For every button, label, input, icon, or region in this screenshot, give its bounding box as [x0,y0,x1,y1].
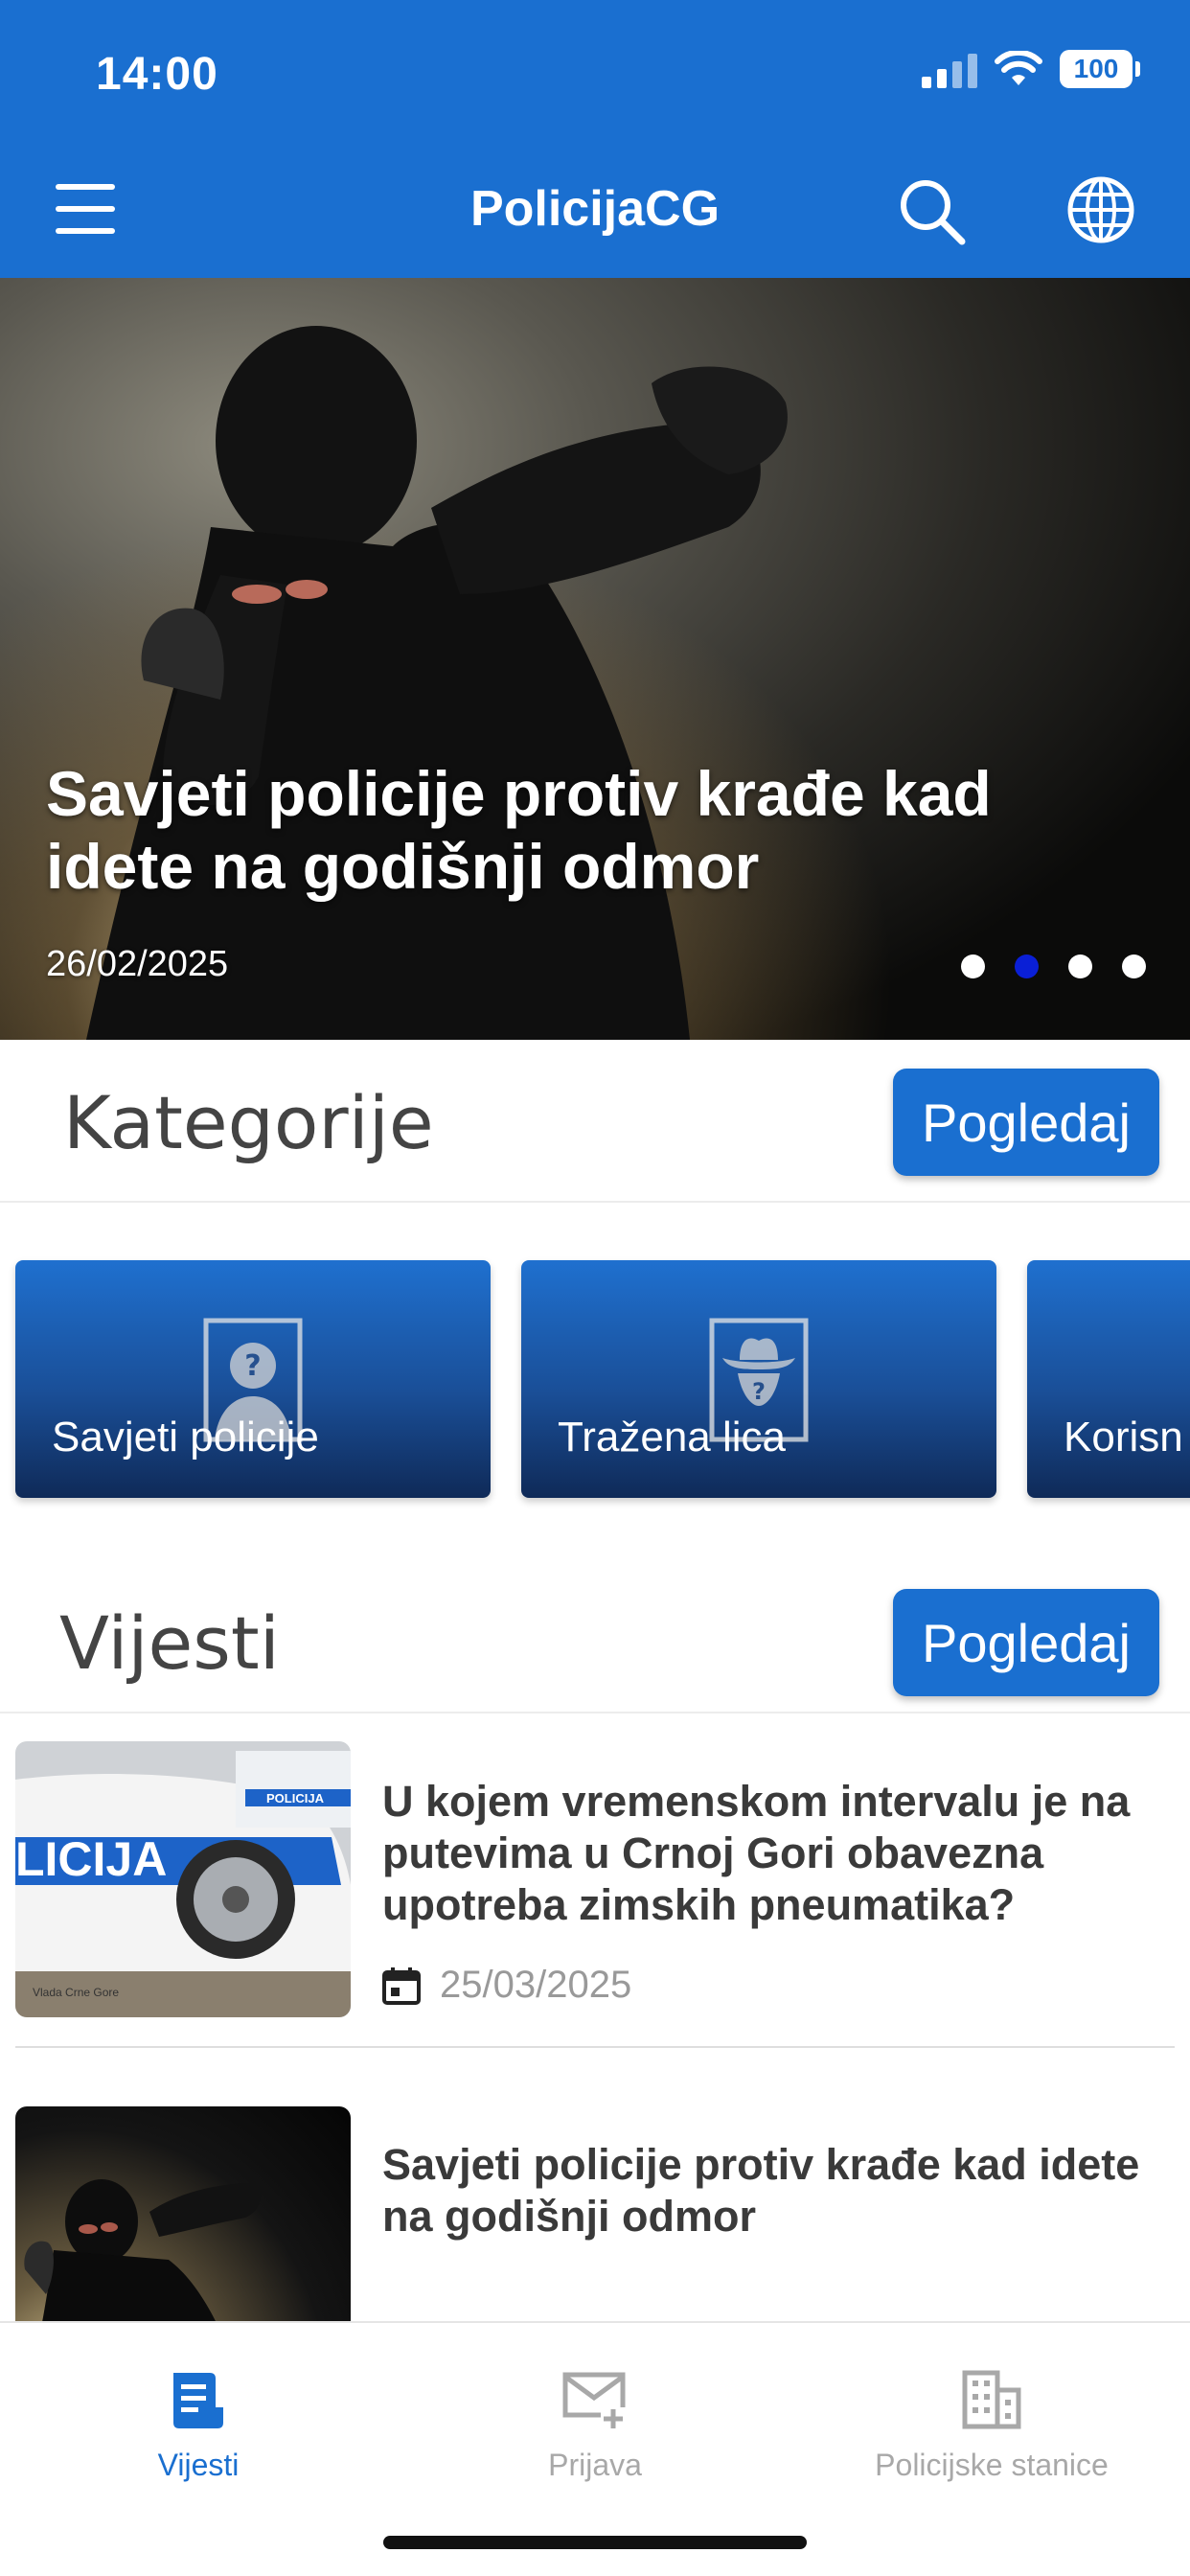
hero-carousel[interactable]: Savjeti policije protiv krađe kad idete … [0,278,1190,1040]
police-car-image: LICIJA POLICIJA Vlada Crne Gore [15,1741,351,2017]
news-item[interactable]: Savjeti policije protiv krađe kad idete … [15,2106,1175,2321]
home-indicator[interactable] [383,2536,807,2549]
carousel-dot[interactable] [1068,954,1092,978]
burglar-image [24,2179,262,2321]
status-time: 14:00 [96,49,218,100]
category-label: Korisn [1064,1414,1183,1460]
news-item-date: 25/03/2025 [440,1964,632,2006]
globe-icon[interactable] [1065,174,1136,250]
svg-text:?: ? [752,1378,766,1405]
svg-text:?: ? [244,1349,261,1383]
search-icon[interactable] [897,176,968,252]
document-icon [173,2373,223,2428]
news-view-button[interactable]: Pogledaj [893,1589,1159,1696]
app-screen: 14:00 100 PolicijaCG Savjeti policije pr… [0,0,1190,2576]
tab-policijske-stanice[interactable]: Policijske stanice [793,2342,1190,2483]
news-header: Vijesti Pogledaj [0,1552,1190,1714]
carousel-dot[interactable] [961,954,985,978]
news-title: Vijesti [59,1600,280,1686]
news-thumbnail[interactable]: LICIJA POLICIJA Vlada Crne Gore [15,1741,351,2017]
news-divider [15,2046,1175,2048]
hero-date: 26/02/2025 [46,944,229,984]
thumb-small-text: POLICIJA [266,1791,325,1806]
tab-vijesti[interactable]: Vijesti [0,2342,397,2483]
tab-label: Prijava [548,2448,642,2482]
news-thumbnail[interactable] [15,2106,351,2321]
tab-prijava[interactable]: Prijava [397,2342,793,2483]
hero-title[interactable]: Savjeti policije protiv krađe kad idete … [46,757,1100,903]
category-card-trazena-lica[interactable]: ? Tražena lica [521,1260,996,1498]
calendar-icon [382,1966,421,2005]
status-icons: 100 [922,50,1140,88]
tab-label: Vijesti [157,2448,240,2482]
news-item-date-row: 25/03/2025 [382,1964,631,2007]
mail-plus-icon [562,2372,626,2430]
carousel-dot-active[interactable] [1015,954,1039,978]
carousel-pagination[interactable] [961,954,1146,978]
cellular-signal-icon [922,50,977,88]
top-app-bar: 14:00 100 PolicijaCG [0,0,1190,278]
hero-image [86,326,788,1040]
categories-title: Kategorije [63,1080,434,1165]
battery-indicator: 100 [1060,50,1140,88]
category-card-savjeti-policije[interactable]: ? Savjeti policije [15,1260,491,1498]
categories-row[interactable]: ? Savjeti policije ? Tražena lica Korisn [15,1260,1190,1498]
app-title: PolicijaCG [469,181,721,237]
category-label: Savjeti policije [52,1414,319,1460]
category-card-korisno[interactable]: Korisn [1027,1260,1190,1498]
wifi-icon [995,51,1042,87]
category-label: Tražena lica [558,1414,787,1460]
thumb-car-text: LICIJA [15,1832,167,1886]
building-icon [962,2370,1021,2429]
carousel-dot[interactable] [1122,954,1146,978]
categories-view-button[interactable]: Pogledaj [893,1069,1159,1176]
news-item-title[interactable]: Savjeti policije protiv krađe kad idete … [382,2139,1168,2242]
thumb-caption: Vlada Crne Gore [33,1986,119,1999]
categories-header: Kategorije Pogledaj [0,1040,1190,1203]
news-item[interactable]: LICIJA POLICIJA Vlada Crne Gore U kojem … [15,1741,1175,2048]
news-item-title[interactable]: U kojem vremenskom intervalu je na putev… [382,1776,1168,1931]
tab-label: Policijske stanice [875,2448,1109,2482]
